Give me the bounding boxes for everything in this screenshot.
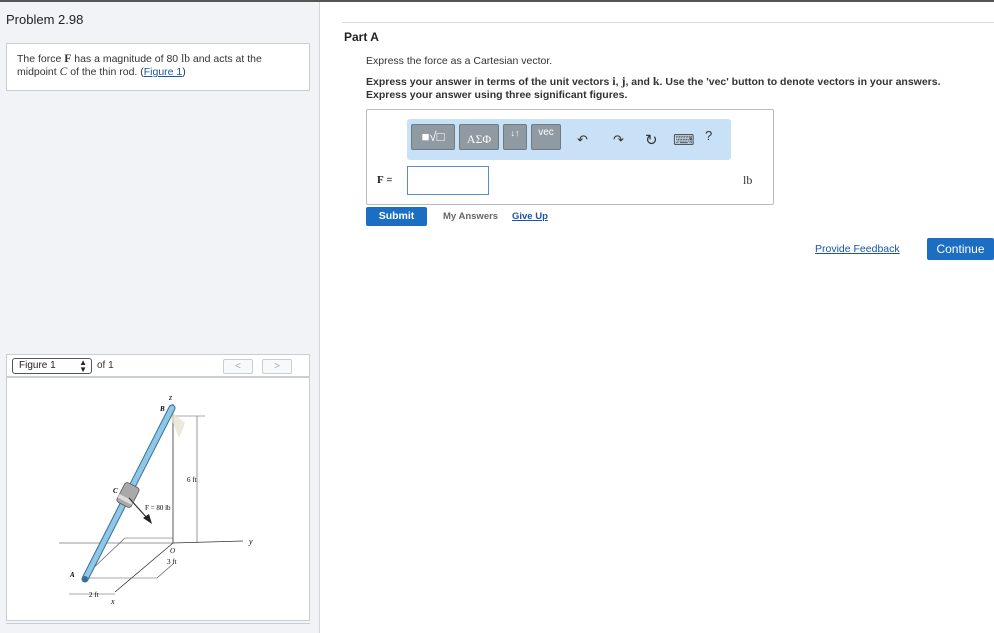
unit-vector-i: i bbox=[612, 74, 616, 88]
submit-button[interactable]: Submit bbox=[366, 207, 427, 226]
answer-label: F = bbox=[377, 174, 393, 186]
label-6ft: 6 ft bbox=[187, 476, 197, 484]
label-x: x bbox=[110, 597, 115, 606]
templates-button[interactable]: ■√□ bbox=[411, 124, 455, 150]
label-o: O bbox=[170, 547, 175, 555]
unit-vector-k: k bbox=[652, 74, 660, 88]
problem-title: Problem 2.98 bbox=[6, 12, 84, 27]
prev-figure-button[interactable]: < bbox=[223, 359, 253, 374]
instruction: Express the force as a Cartesian vector. bbox=[366, 55, 553, 67]
label-a: A bbox=[69, 571, 75, 579]
problem-statement: The force F has a magnitude of 80 lb and… bbox=[6, 43, 310, 91]
help-icon[interactable]: ? bbox=[705, 128, 712, 143]
next-figure-button[interactable]: > bbox=[262, 359, 292, 374]
label-b: B bbox=[159, 405, 165, 413]
keyboard-icon[interactable]: ⌨ bbox=[673, 131, 695, 149]
part-divider bbox=[342, 22, 994, 23]
arrows-button[interactable]: ↓↑ bbox=[503, 124, 527, 150]
give-up-link[interactable]: Give Up bbox=[512, 211, 548, 222]
label-2ft: 2 ft bbox=[89, 591, 99, 599]
figure-image: z B C A O y x 6 ft F = 80 lb 3 ft 2 ft bbox=[6, 377, 310, 621]
figure-link[interactable]: Figure 1 bbox=[144, 66, 183, 78]
figure-toolbar: Figure 1 ▲ ▼ of 1 < > bbox=[6, 354, 310, 377]
figure-select[interactable]: Figure 1 ▲ ▼ bbox=[12, 358, 92, 374]
figure-count: of 1 bbox=[97, 360, 114, 371]
undo-icon[interactable]: ↶ bbox=[577, 132, 588, 148]
vec-button[interactable]: vec bbox=[531, 124, 561, 150]
greek-symbols-button[interactable]: ΑΣΦ bbox=[459, 124, 499, 150]
label-z: z bbox=[168, 393, 173, 402]
redo-icon[interactable]: ↷ bbox=[613, 132, 624, 148]
answer-unit: lb bbox=[743, 173, 753, 187]
continue-button[interactable]: Continue bbox=[927, 238, 994, 260]
y-axis bbox=[172, 540, 244, 544]
rod-diagram: z B C A O y x 6 ft F = 80 lb 3 ft 2 ft bbox=[59, 393, 253, 606]
figure-bottom-border bbox=[6, 623, 310, 624]
my-answers-link[interactable]: My Answers bbox=[443, 211, 498, 222]
unit-vector-j: j bbox=[621, 74, 626, 88]
label-y: y bbox=[248, 537, 253, 546]
end-a bbox=[82, 576, 88, 582]
unit-lb: lb bbox=[181, 53, 191, 65]
answer-box: ■√□ ΑΣΦ ↓↑ vec ↶ ↷ ↻ ⌨ ? F = lb bbox=[366, 109, 774, 205]
reset-icon[interactable]: ↻ bbox=[645, 131, 658, 149]
x-axis bbox=[114, 542, 174, 593]
label-c: C bbox=[113, 487, 118, 495]
label-force: F = 80 lb bbox=[145, 504, 171, 512]
answer-input[interactable] bbox=[407, 166, 489, 195]
part-title: Part A bbox=[344, 30, 379, 44]
select-arrows-icon: ▲ ▼ bbox=[79, 358, 87, 374]
answer-instructions: Express your answer in terms of the unit… bbox=[366, 74, 941, 102]
equation-toolbar: ■√□ ΑΣΦ ↓↑ vec ↶ ↷ ↻ ⌨ ? bbox=[407, 119, 731, 160]
provide-feedback-link[interactable]: Provide Feedback bbox=[815, 243, 900, 255]
label-3ft: 3 ft bbox=[167, 558, 177, 566]
sig-figs-instruction: Express your answer using three signific… bbox=[366, 89, 628, 101]
